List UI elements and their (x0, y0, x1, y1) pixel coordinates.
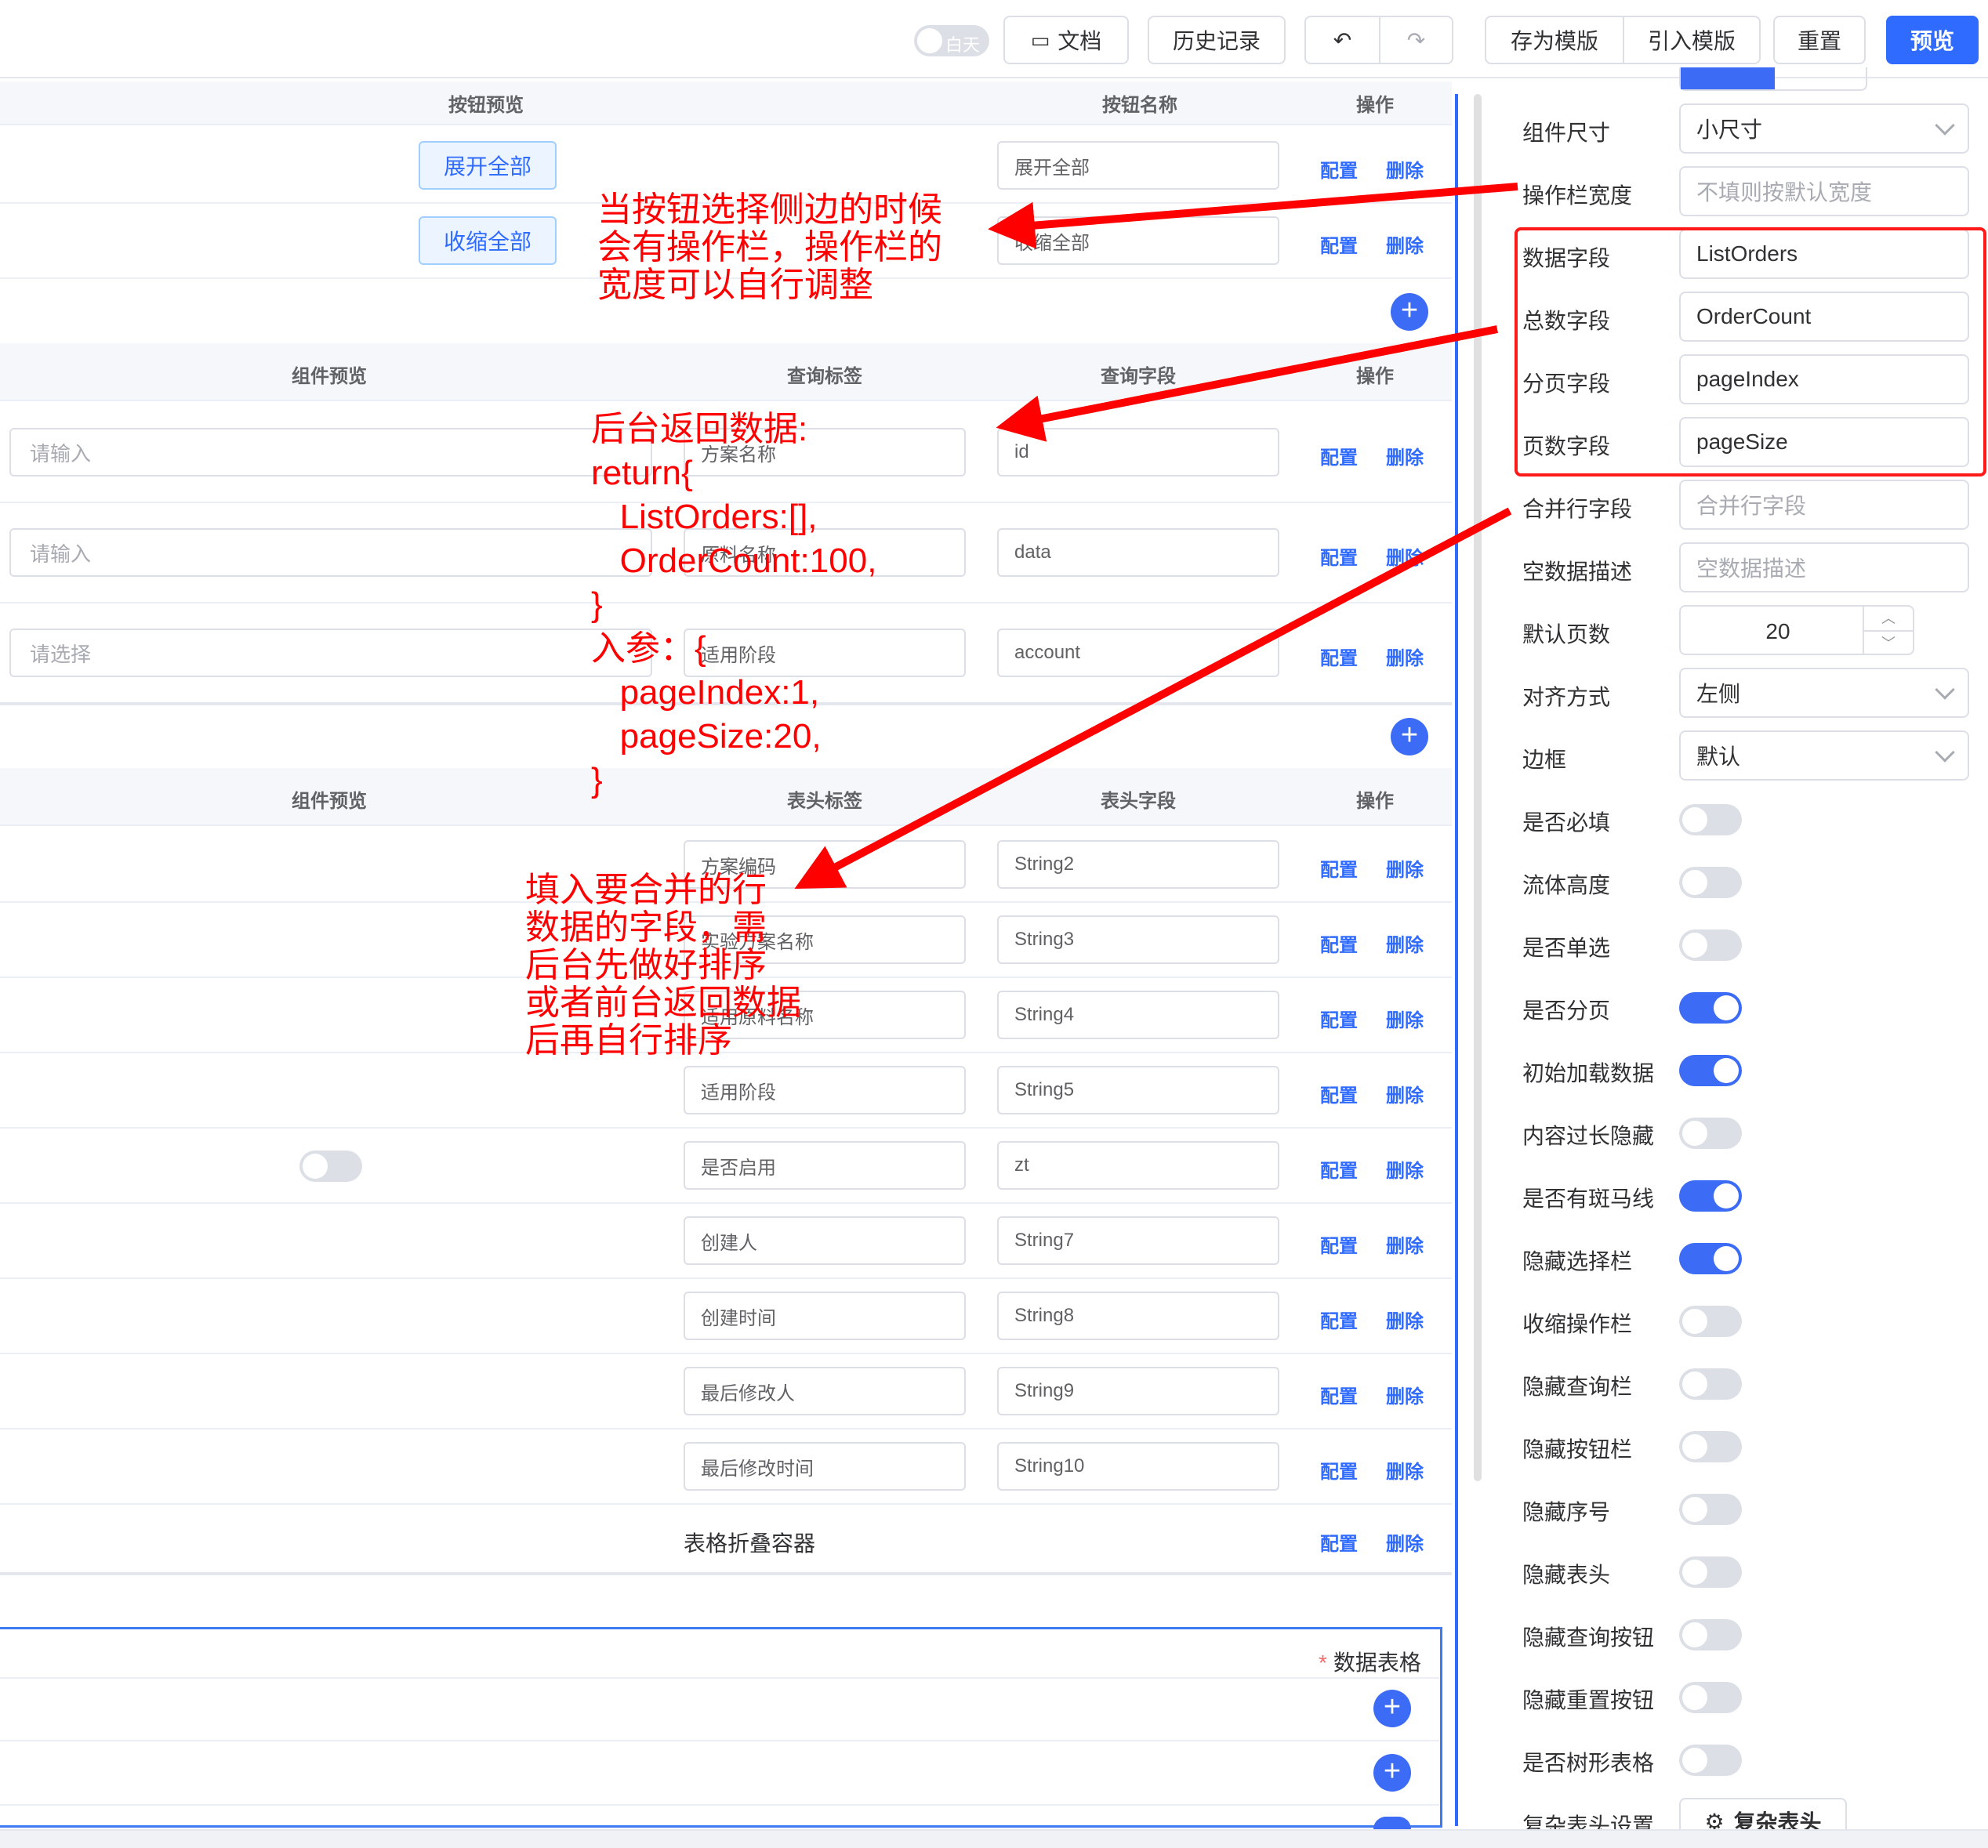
arrow-to-op-width (988, 183, 1518, 249)
backend-annotation: 后台返回数据: return{ ListOrders:[], OrderCoun… (591, 410, 877, 799)
op-width-annotation: 当按钮选择侧边的时候 会有操作栏，操作栏的 宽度可以自行调整 (597, 190, 942, 304)
arrow-to-merge-field (794, 507, 1512, 890)
annotation-arrows (794, 183, 1518, 890)
merge-annotation: 填入要合并的行 数据的字段，需 后台先做好排序 或者前台返回数据 后再自行排序 (525, 871, 801, 1060)
arrow-to-data-fields (996, 325, 1498, 442)
